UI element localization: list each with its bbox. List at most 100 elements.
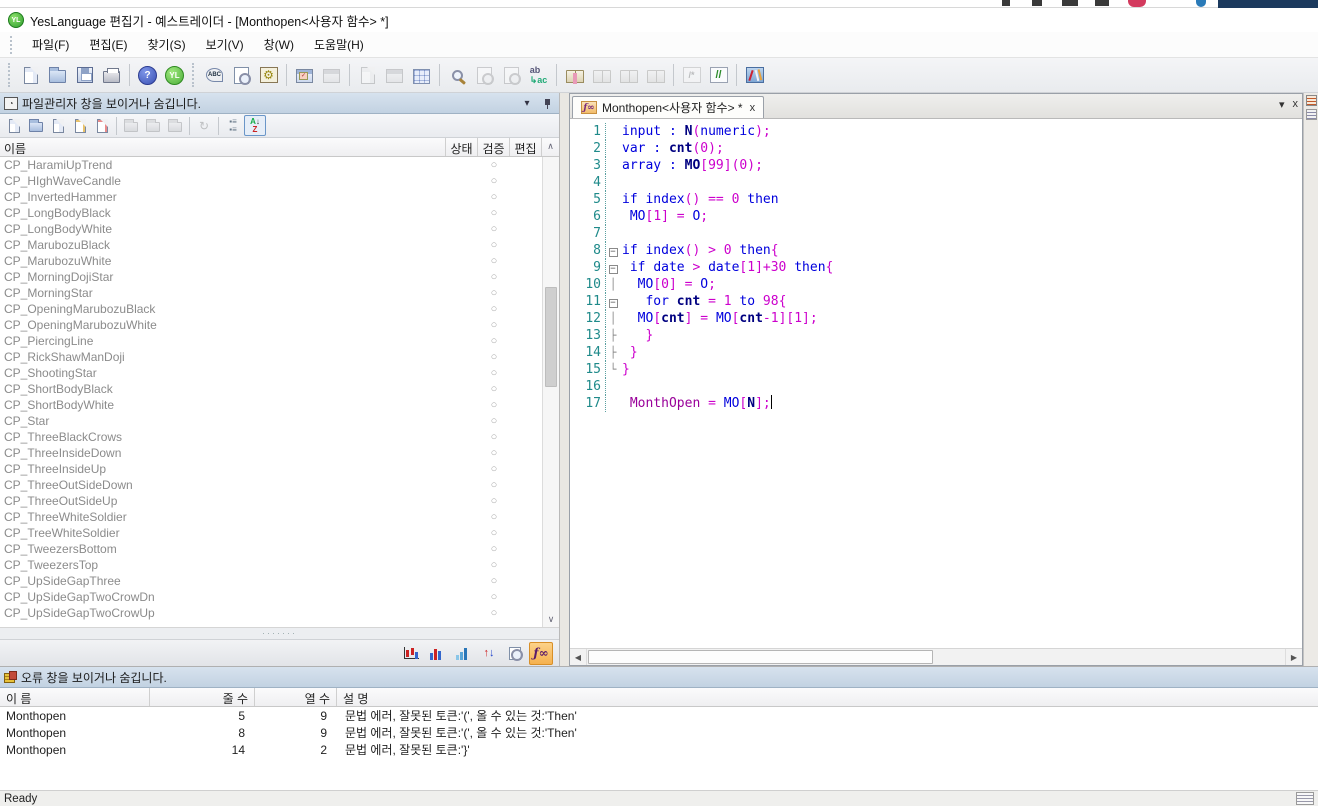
menu-item[interactable]: 찾기(S) xyxy=(137,32,195,57)
file-list-row[interactable]: CP_UpSideGapThree○ xyxy=(0,573,542,589)
zoom-button[interactable] xyxy=(444,62,471,89)
save-button[interactable] xyxy=(71,62,98,89)
code-line[interactable]: 8−if index() > 0 then{ xyxy=(570,242,1302,259)
editor-hscrollbar[interactable]: ◀ ▶ xyxy=(570,648,1302,665)
fold-marker-icon[interactable]: − xyxy=(606,242,620,259)
column-err-name[interactable]: 이 름 xyxy=(0,688,150,706)
lock-2-button[interactable] xyxy=(142,115,164,136)
replace-button[interactable]: ab↳ac xyxy=(525,62,552,89)
file-list-row[interactable]: CP_PiercingLine○ xyxy=(0,333,542,349)
error-row[interactable]: Monthopen59문법 에러, 잘못된 토큰:'(', 올 수 있는 것:'… xyxy=(0,707,1318,724)
file-list-row[interactable]: CP_UpSideGapTwoCrowUp○ xyxy=(0,605,542,621)
error-row[interactable]: Monthopen89문법 에러, 잘못된 토큰:'(', 올 수 있는 것:'… xyxy=(0,724,1318,741)
hscrollbar-thumb[interactable] xyxy=(588,650,933,664)
tab-list-dropdown-icon[interactable]: ▾ xyxy=(1279,98,1285,111)
tab-indicator[interactable] xyxy=(399,642,423,665)
scrollbar-thumb[interactable] xyxy=(545,287,557,387)
column-err-line[interactable]: 줄 수 xyxy=(150,688,255,706)
open-doc-button[interactable] xyxy=(25,115,47,136)
refresh-button[interactable]: ↻ xyxy=(193,115,215,136)
menu-item[interactable]: 편집(E) xyxy=(79,32,137,57)
file-list-row[interactable]: CP_ShootingStar○ xyxy=(0,365,542,381)
code-line[interactable]: 13├ } xyxy=(570,327,1302,344)
tab-bar-close-icon[interactable]: x xyxy=(1293,98,1299,111)
docked-result-icon[interactable] xyxy=(1306,109,1317,120)
file-list-row[interactable]: CP_TweezersBottom○ xyxy=(0,541,542,557)
sort-az-button[interactable]: A↓Z xyxy=(244,115,266,136)
scroll-left-button[interactable]: ◀ xyxy=(570,649,587,665)
fold-marker-icon[interactable]: − xyxy=(606,259,620,276)
code-line[interactable]: 14├ } xyxy=(570,344,1302,361)
file-list-row[interactable]: CP_ShortBodyBlack○ xyxy=(0,381,542,397)
lock-1-button[interactable] xyxy=(120,115,142,136)
code-line[interactable]: 7 xyxy=(570,225,1302,242)
code-line[interactable]: 12│ MO[cnt] = MO[cnt-1][1]; xyxy=(570,310,1302,327)
tab-function[interactable]: ƒ∞ xyxy=(529,642,553,665)
column-err-col[interactable]: 열 수 xyxy=(255,688,337,706)
file-list-scrollbar[interactable]: ∨ xyxy=(542,157,559,627)
file-list-row[interactable]: CP_ThreeBlackCrows○ xyxy=(0,429,542,445)
column-err-desc[interactable]: 설 명 xyxy=(337,688,1318,706)
file-list-row[interactable]: CP_TreeWhiteSoldier○ xyxy=(0,525,542,541)
file-list-row[interactable]: CP_ThreeOutSideDown○ xyxy=(0,477,542,493)
options-button[interactable] xyxy=(741,62,768,89)
new-file-button[interactable] xyxy=(17,62,44,89)
comment-line-button[interactable]: // xyxy=(705,62,732,89)
code-line[interactable]: 17 MonthOpen = MO[N]; xyxy=(570,395,1302,412)
tab-signal[interactable] xyxy=(451,642,475,665)
file-list-row[interactable]: CP_MorningDojiStar○ xyxy=(0,269,542,285)
code-line[interactable]: 4 xyxy=(570,174,1302,191)
tab-system[interactable] xyxy=(425,642,449,665)
panel-drag-handle[interactable]: ······· xyxy=(0,627,559,639)
tab-search[interactable] xyxy=(503,642,527,665)
file-list-row[interactable]: CP_MarubozuBlack○ xyxy=(0,237,542,253)
find-next-doc-button[interactable] xyxy=(498,62,525,89)
scroll-up-button[interactable]: ∧ xyxy=(542,138,559,156)
scroll-right-button[interactable]: ▶ xyxy=(1285,649,1302,665)
file-list-row[interactable]: CP_UpSideGapTwoCrowDn○ xyxy=(0,589,542,605)
scroll-down-button[interactable]: ∨ xyxy=(543,611,559,627)
code-line[interactable]: 11− for cnt = 1 to 98{ xyxy=(570,293,1302,310)
docked-output-icon[interactable] xyxy=(1306,95,1317,106)
delete-doc-button[interactable] xyxy=(91,115,113,136)
code-line[interactable]: 5if index() == 0 then xyxy=(570,191,1302,208)
help-button[interactable]: ? xyxy=(134,62,161,89)
menu-item[interactable]: 창(W) xyxy=(254,32,304,57)
open-file-button[interactable] xyxy=(44,62,71,89)
file-list-row[interactable]: CP_LongBodyWhite○ xyxy=(0,221,542,237)
print-button[interactable] xyxy=(98,62,125,89)
grid-button[interactable] xyxy=(408,62,435,89)
manual-prev-button[interactable] xyxy=(588,62,615,89)
report-doc-button[interactable] xyxy=(354,62,381,89)
menu-item[interactable]: 파일(F) xyxy=(22,32,79,57)
file-list-row[interactable]: CP_ThreeOutSideUp○ xyxy=(0,493,542,509)
editor-tab-monthopen[interactable]: ƒ∞ Monthopen<사용자 함수> * x xyxy=(572,96,764,118)
file-list-row[interactable]: CP_OpeningMarubozuBlack○ xyxy=(0,301,542,317)
dropdown-arrow-icon[interactable]: ▾ xyxy=(519,96,535,111)
fold-marker-icon[interactable]: − xyxy=(606,293,620,310)
copy-doc-button[interactable] xyxy=(47,115,69,136)
file-list-row[interactable]: CP_ThreeInsideDown○ xyxy=(0,445,542,461)
code-line[interactable]: 6 MO[1] = O; xyxy=(570,208,1302,225)
file-list-row[interactable]: CP_TweezersTop○ xyxy=(0,557,542,573)
rename-doc-button[interactable] xyxy=(69,115,91,136)
column-verify[interactable]: 검증 xyxy=(478,138,510,156)
comment-block-button[interactable]: /* xyxy=(678,62,705,89)
export-table-button[interactable] xyxy=(318,62,345,89)
insert-indicator-button[interactable]: ✓ xyxy=(291,62,318,89)
build-button[interactable]: ⚙ xyxy=(255,62,282,89)
column-edit[interactable]: 편집 xyxy=(510,138,542,156)
verify-button[interactable]: ABC xyxy=(201,62,228,89)
find-in-doc-button[interactable] xyxy=(471,62,498,89)
file-list-row[interactable]: CP_RickShawManDoji○ xyxy=(0,349,542,365)
code-editor[interactable]: 1input : N(numeric);2var : cnt(0);3array… xyxy=(570,119,1302,648)
file-list-row[interactable]: CP_ThreeWhiteSoldier○ xyxy=(0,509,542,525)
manual-open-button[interactable] xyxy=(561,62,588,89)
yeslanguage-button[interactable]: YL xyxy=(161,62,188,89)
code-line[interactable]: 9− if date > date[1]+30 then{ xyxy=(570,259,1302,276)
file-list-row[interactable]: CP_MarubozuWhite○ xyxy=(0,253,542,269)
file-list-row[interactable]: CP_InvertedHammer○ xyxy=(0,189,542,205)
panel-splitter[interactable] xyxy=(560,93,569,666)
file-list-row[interactable]: CP_Star○ xyxy=(0,413,542,429)
column-status[interactable]: 상태 xyxy=(446,138,478,156)
